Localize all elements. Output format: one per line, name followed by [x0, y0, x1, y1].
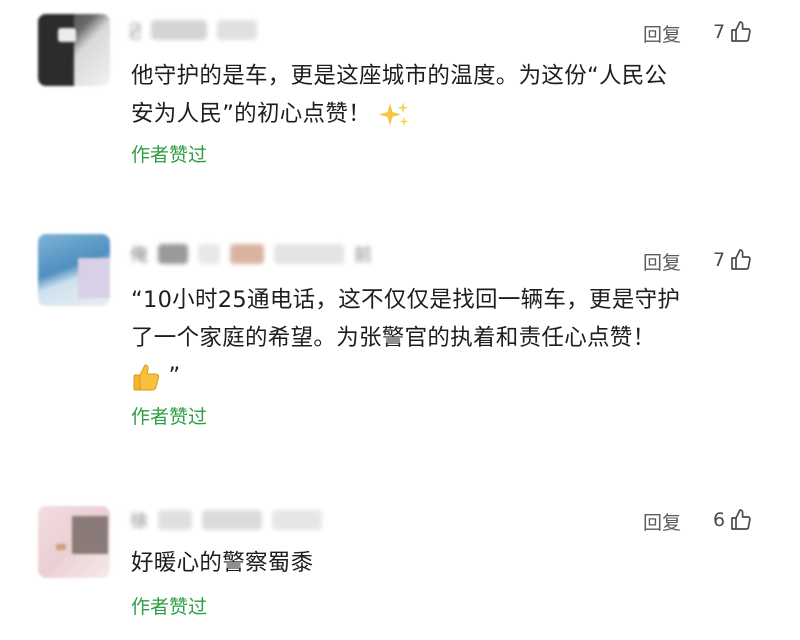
sparkles-icon: [379, 101, 409, 126]
reply-button[interactable]: 回复: [643, 248, 681, 275]
thumbs-up-icon: [731, 249, 751, 270]
comment-text: 好暖心的警察蜀黍: [131, 544, 781, 582]
username[interactable]: 元̷̷̷: [130, 18, 460, 42]
comment-text-line: 好暖心的警察蜀黍: [131, 550, 314, 576]
author-liked-label: 作者赞过: [131, 406, 208, 428]
thumbs-up-emoji-icon: [133, 363, 160, 390]
author-liked-label: 作者赞过: [131, 596, 208, 618]
comment-text: 他守护的是车，更是这座城市的温度。为这份“人民公 安为人民”的初心点赞！: [131, 57, 781, 133]
author-liked-label: 作者赞过: [131, 144, 208, 166]
like-count: 6: [713, 509, 726, 531]
comment-text-line-3: ”: [131, 357, 781, 395]
reply-button[interactable]: 回复: [643, 20, 681, 47]
avatar[interactable]: [38, 506, 110, 578]
comment-text-line: “10小时25通电话，这不仅仅是找回一辆车，更是守护: [131, 287, 681, 313]
username[interactable]: 徐: [130, 508, 350, 532]
username-text: 徐: [130, 511, 148, 532]
comment-text-line: 他守护的是车，更是这座城市的温度。为这份“人民公: [131, 63, 668, 89]
comment-text: “10小时25通电话，这不仅仅是找回一辆车，更是守护 了一个家庭的希望。为张警官…: [131, 281, 781, 395]
avatar[interactable]: [38, 234, 110, 306]
username-text: 元̷̷̷: [130, 19, 141, 41]
username[interactable]: 俺 前: [130, 242, 450, 266]
thumbs-up-icon: [731, 21, 751, 42]
like-button[interactable]: 7: [713, 248, 753, 272]
thumbs-up-icon: [731, 509, 751, 530]
username-text: 俺: [130, 245, 148, 266]
like-button[interactable]: 6: [713, 508, 753, 532]
avatar[interactable]: [38, 14, 110, 86]
comment-text-line-2: 了一个家庭的希望。为张警官的执着和责任心点赞！: [131, 325, 656, 351]
comment-text-line-2: 安为人民”的初心点赞！: [131, 95, 781, 133]
like-count: 7: [713, 21, 726, 43]
like-count: 7: [713, 249, 726, 271]
timestamp: 前: [354, 245, 372, 266]
like-button[interactable]: 7: [713, 20, 753, 44]
reply-button[interactable]: 回复: [643, 508, 681, 535]
